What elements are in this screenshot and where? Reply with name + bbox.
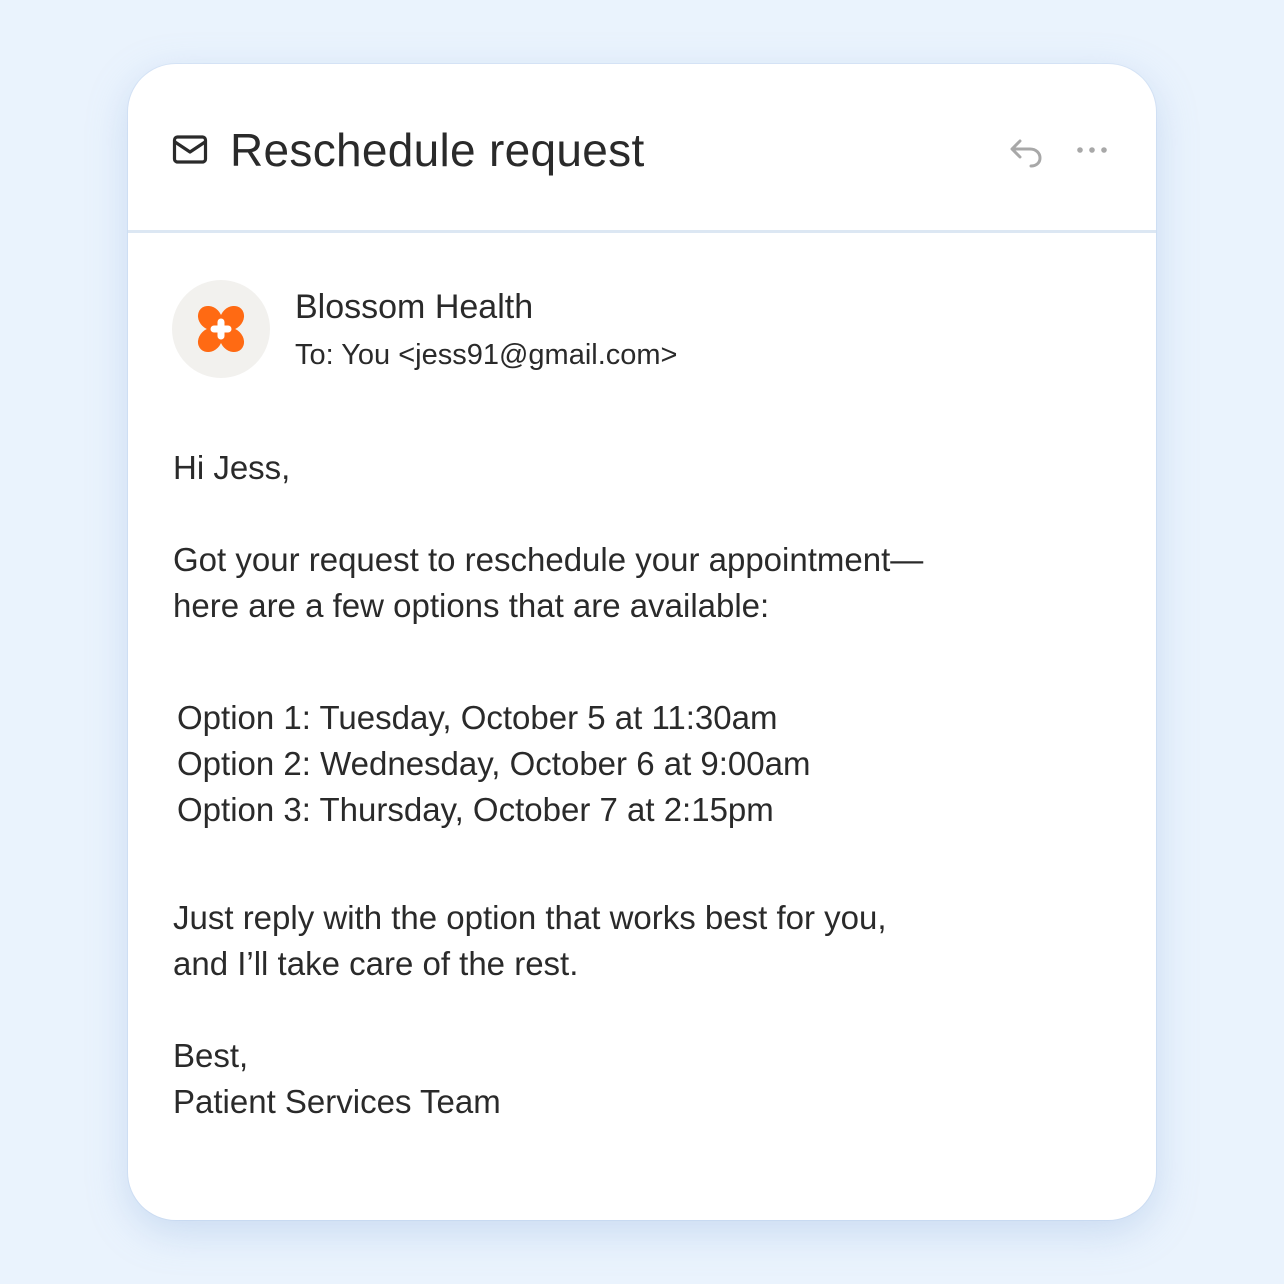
reply-button[interactable] bbox=[1006, 130, 1050, 174]
email-intro-paragraph: Got your request to reschedule your appo… bbox=[173, 537, 923, 629]
recipient-line: To: You <jess91@gmail.com> bbox=[295, 339, 678, 371]
blossom-health-logo-icon bbox=[197, 305, 245, 353]
sender-avatar bbox=[172, 280, 270, 378]
signature-team-name: Patient Services Team bbox=[173, 1083, 501, 1120]
appointment-option-1: Option 1: Tuesday, October 5 at 11:30am bbox=[177, 699, 778, 736]
reply-icon bbox=[1006, 139, 1050, 178]
signoff-line: Best, bbox=[173, 1037, 249, 1074]
email-signature: Best, Patient Services Team bbox=[173, 1033, 501, 1125]
more-options-button[interactable] bbox=[1070, 130, 1114, 174]
email-card: Reschedule request Blossom Health To: Yo… bbox=[128, 64, 1156, 1220]
email-subject: Reschedule request bbox=[230, 124, 645, 176]
more-horizontal-icon bbox=[1070, 147, 1114, 178]
closing-line: Just reply with the option that works be… bbox=[173, 899, 887, 936]
appointment-option-3: Option 3: Thursday, October 7 at 2:15pm bbox=[177, 791, 774, 828]
email-closing-paragraph: Just reply with the option that works be… bbox=[173, 895, 887, 987]
closing-line: and I’ll take care of the rest. bbox=[173, 945, 579, 982]
email-header: Reschedule request bbox=[128, 64, 1156, 233]
page-background: { "email": { "subject": "Reschedule requ… bbox=[0, 0, 1284, 1284]
mail-icon bbox=[172, 134, 208, 166]
intro-line: here are a few options that are availabl… bbox=[173, 587, 770, 624]
email-greeting: Hi Jess, bbox=[173, 449, 291, 486]
appointment-option-2: Option 2: Wednesday, October 6 at 9:00am bbox=[177, 745, 811, 782]
intro-line: Got your request to reschedule your appo… bbox=[173, 541, 924, 578]
appointment-options-list: Option 1: Tuesday, October 5 at 11:30am … bbox=[177, 695, 810, 833]
sender-name: Blossom Health bbox=[295, 288, 534, 326]
